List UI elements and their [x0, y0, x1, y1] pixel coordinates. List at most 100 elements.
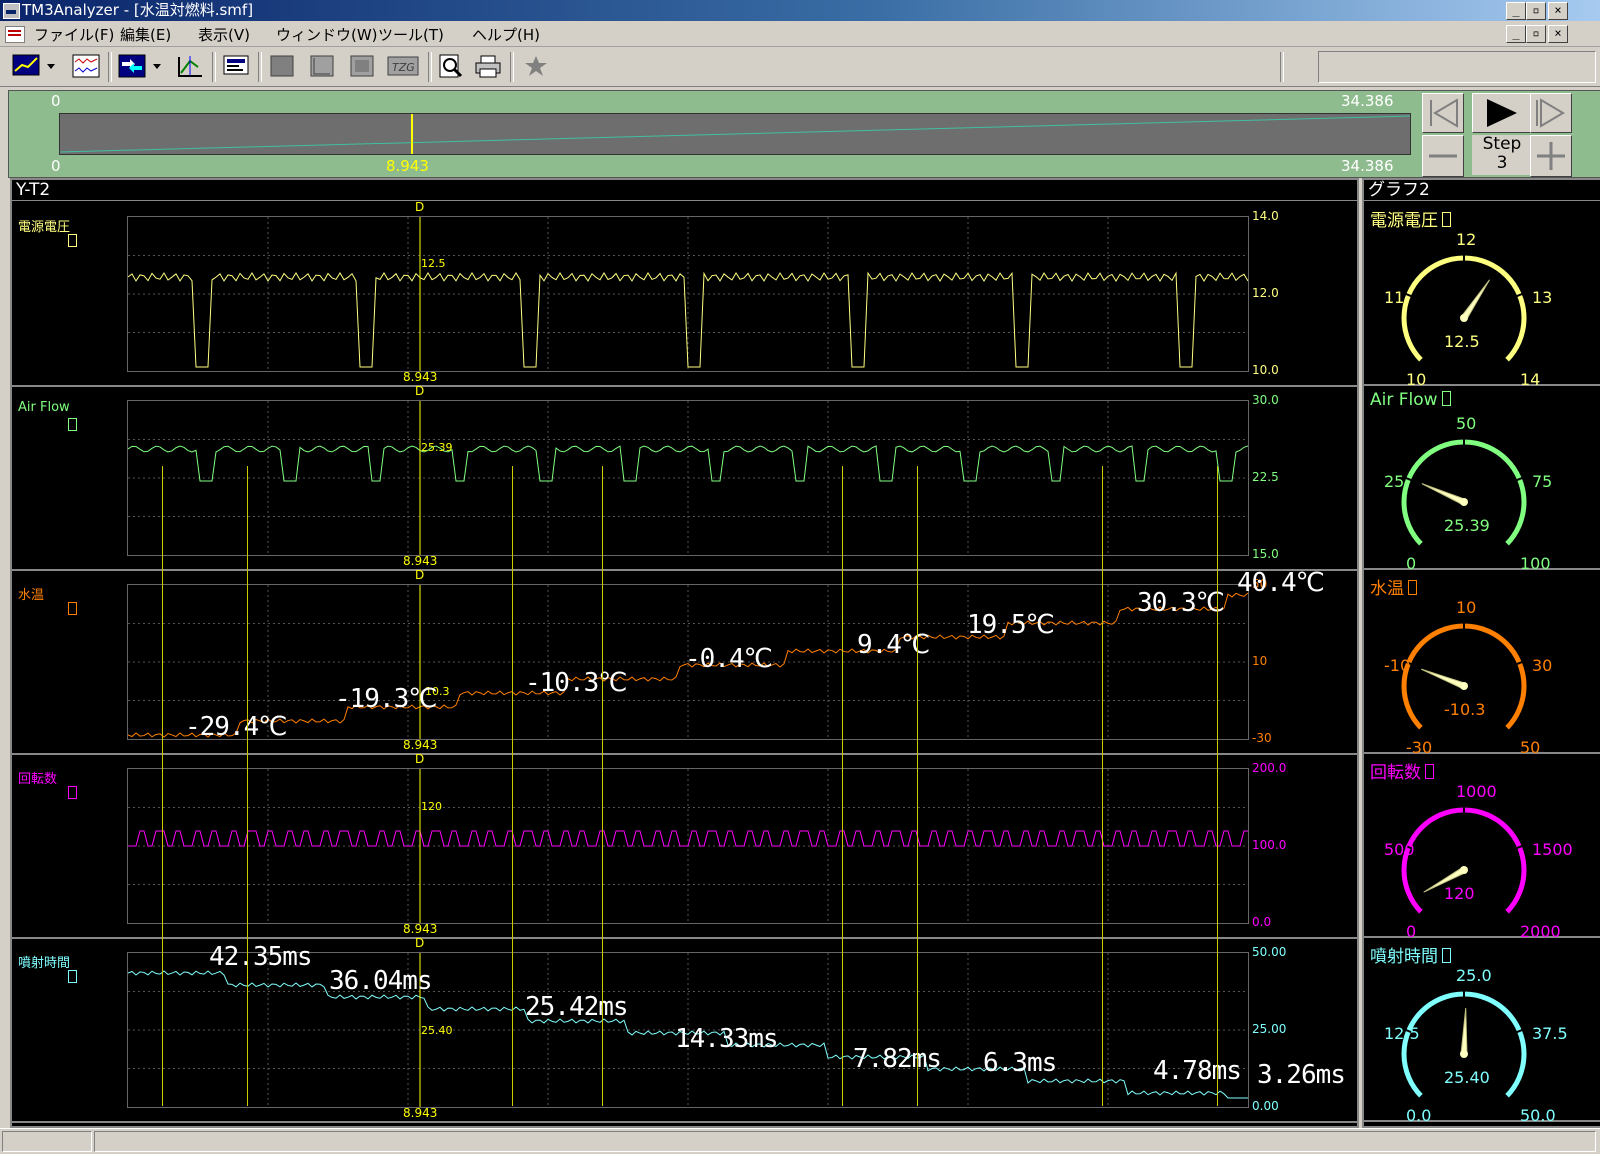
channel-color-box[interactable] [68, 602, 77, 615]
gauge-value: 25.40 [1444, 1068, 1490, 1087]
y-tick-top: 50.00 [1252, 945, 1287, 959]
gauge-scale-label: 500 [1384, 840, 1415, 859]
value-annotation: -29.4℃ [185, 712, 287, 742]
play-icon [1487, 99, 1517, 127]
square-outline-icon[interactable] [348, 53, 376, 79]
mdi-close-button[interactable]: × [1548, 25, 1568, 43]
gauge-meter: 噴射時間 25.0 12.5 37.5 0.0 50.0 25.40 [1364, 938, 1600, 1125]
channel-plot[interactable] [127, 400, 1249, 556]
menu-edit[interactable]: 編集(E) [120, 24, 171, 45]
restore-button[interactable]: ▫ [1526, 2, 1546, 20]
channel-color-box[interactable] [68, 234, 77, 247]
monitor-icon[interactable] [222, 53, 250, 79]
gauge-hub [1460, 1050, 1468, 1058]
value-annotation: 4.78ms [1153, 1056, 1242, 1086]
nav-cursor-time: 8.943 [386, 157, 429, 175]
channel-row: Air Flow D 30.0 22.5 15.0 8.943 25.39 [12, 384, 1357, 571]
gauge-scale-label: 25.0 [1456, 966, 1492, 985]
toolbar-separator [108, 52, 112, 82]
cursor-value-label: 25.40 [421, 1024, 453, 1037]
mdi-minimize-button[interactable]: _ [1506, 25, 1526, 43]
menu-window[interactable]: ウィンドウ(W) [276, 24, 378, 45]
cursor-marker: D [415, 200, 425, 214]
value-annotation: 40.4℃ [1237, 568, 1325, 598]
channel-row: 回転数 D 200.0 100.0 0.0 8.943 120 [12, 752, 1357, 939]
square-icon[interactable] [268, 53, 296, 79]
value-annotation: 14.33ms [675, 1024, 779, 1054]
channel-name: Air Flow [18, 400, 70, 415]
gauge-scale-label: 30 [1532, 656, 1553, 675]
print-icon[interactable] [474, 53, 502, 79]
nav-start-bottom: 0 [51, 157, 61, 175]
channel-color-box[interactable] [68, 786, 77, 799]
y-tick-mid: 25.00 [1252, 1022, 1287, 1036]
gauge-scale-label: 50 [1456, 414, 1477, 433]
value-annotation: -10.3℃ [525, 668, 627, 698]
tm-icon[interactable]: TZG [386, 53, 420, 79]
channel-signal-trace [128, 830, 1248, 847]
nav-cursor-line[interactable] [411, 114, 413, 154]
cursor-left-icon[interactable] [308, 53, 336, 79]
gauge-scale-label: 37.5 [1532, 1024, 1568, 1043]
step-forward-icon [1536, 98, 1565, 128]
graph-icon[interactable] [12, 53, 40, 79]
close-button[interactable]: × [1548, 2, 1568, 20]
gauge-scale-label: -10 [1384, 656, 1411, 675]
gauge-pane: グラフ2 電源電圧 12 11 13 10 14 12.5 Air Flow 50 25 75 0 10… [1362, 178, 1600, 1128]
waveform-icon[interactable] [72, 53, 100, 79]
toolbar-separator [1280, 52, 1284, 82]
cursor-marker: D [415, 752, 425, 766]
menu-file[interactable]: ファイル(F) [34, 24, 114, 45]
star-icon[interactable] [522, 53, 550, 79]
gauge-scale-label: 12.5 [1384, 1024, 1420, 1043]
menu-view[interactable]: 表示(V) [198, 24, 250, 45]
y-tick-mid: 100.0 [1252, 838, 1287, 852]
toolbar-separator [258, 52, 262, 82]
toolbar-status-field [1318, 51, 1596, 83]
channel-color-box[interactable] [68, 418, 77, 431]
nav-overview-track[interactable] [59, 113, 1411, 155]
app-icon[interactable] [3, 3, 20, 19]
channel-plot[interactable] [127, 216, 1249, 372]
yt-pane-title: Y-T2 [12, 180, 1357, 201]
toolbar-separator [428, 52, 432, 82]
document-icon[interactable] [5, 26, 25, 43]
transfer-icon[interactable] [118, 53, 146, 79]
gauge-scale-label: 75 [1532, 472, 1553, 491]
menu-tools[interactable]: ツール(T) [378, 24, 444, 45]
gauge-scale-label: 0.0 [1406, 1106, 1432, 1125]
channel-color-box[interactable] [68, 970, 77, 983]
gauge-pane-title: グラフ2 [1364, 180, 1600, 201]
preview-icon[interactable] [436, 53, 464, 79]
minimize-button[interactable]: _ [1506, 2, 1526, 20]
step-decrease-button[interactable] [1422, 135, 1464, 177]
channel-plot[interactable] [127, 768, 1249, 924]
dropdown-icon[interactable] [150, 53, 164, 79]
channel-row: 水温 D 50 10 -30 8.943 -10.3 -29.4℃ -19.3℃ -10.3℃ -0… [12, 568, 1357, 755]
mdi-restore-button[interactable]: ▫ [1526, 25, 1546, 43]
gauge-value: 25.39 [1444, 516, 1490, 535]
value-annotation: 19.5℃ [967, 610, 1055, 640]
menu-help[interactable]: ヘルプ(H) [472, 24, 540, 45]
gauge-hub [1460, 682, 1468, 690]
gauge-needle [1460, 1007, 1468, 1055]
step-increase-button[interactable] [1530, 135, 1572, 177]
y-tick-top: 14.0 [1252, 209, 1279, 223]
y-tick-bottom: -30 [1252, 731, 1272, 745]
step-back-button[interactable] [1422, 93, 1464, 133]
gauge-scale-label: 11 [1384, 288, 1405, 307]
gauge-scale-label: 1500 [1532, 840, 1573, 859]
cursor-time-label: 8.943 [403, 922, 438, 936]
value-annotation: -0.4℃ [685, 644, 773, 674]
ruler-icon[interactable] [176, 53, 204, 79]
value-annotation: 3.26ms [1257, 1060, 1346, 1090]
step-forward-button[interactable] [1530, 93, 1572, 133]
gauge-scale-label: 10 [1456, 598, 1477, 617]
dropdown-icon[interactable] [44, 53, 58, 79]
y-tick-mid: 22.5 [1252, 470, 1279, 484]
gauge-value: -10.3 [1444, 700, 1486, 719]
toolbar: TZG [0, 47, 1600, 87]
play-button[interactable] [1472, 93, 1532, 133]
gauge-value: 120 [1444, 884, 1475, 903]
gauge-needle [1420, 668, 1466, 690]
